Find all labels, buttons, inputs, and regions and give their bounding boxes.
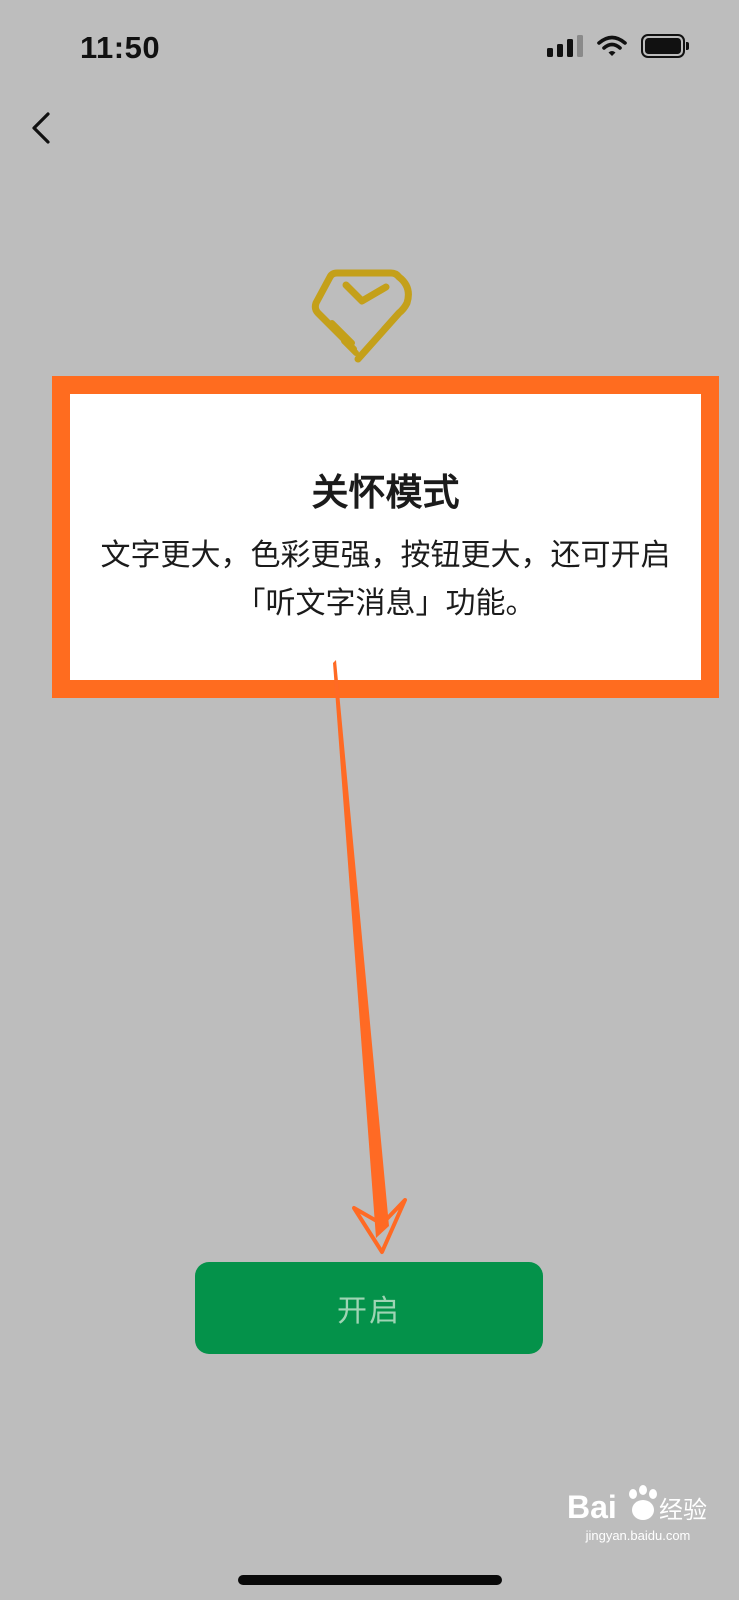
- care-mode-description: 文字更大，色彩更强，按钮更大，还可开启「听文字消息」功能。: [100, 538, 671, 621]
- back-button[interactable]: [28, 108, 68, 152]
- care-mode-title: 关怀模式: [311, 471, 460, 514]
- baidu-paw-logo: Bai 经验: [567, 1485, 707, 1525]
- watermark-url: jingyan.baidu.com: [585, 1528, 691, 1543]
- status-time: 11:50: [80, 30, 161, 65]
- wifi-icon: [597, 35, 627, 56]
- care-heart-hand-icon: [311, 269, 412, 363]
- status-bar: 11:50: [0, 0, 739, 100]
- arrow-head: [352, 1198, 407, 1254]
- care-mode-screen: 11:50 关怀模式 文字更大，色彩更强，按钮更大，还可开启「听文字消息」功能。…: [0, 0, 739, 1600]
- home-indicator[interactable]: [238, 1575, 502, 1585]
- battery-icon: [641, 34, 689, 58]
- care-mode-info-card: 关怀模式 文字更大，色彩更强，按钮更大，还可开启「听文字消息」功能。: [52, 376, 719, 698]
- enable-care-mode-button[interactable]: 开启: [195, 1262, 543, 1354]
- chevron-left-icon: [32, 112, 50, 144]
- status-icons: [547, 34, 689, 58]
- arrow-annotation: [333, 660, 407, 1254]
- watermark-logo-text: Bai: [567, 1489, 617, 1525]
- cellular-signal-icon: [547, 35, 583, 57]
- arrow-shaft: [333, 660, 389, 1238]
- svg-text:经验: 经验: [659, 1496, 707, 1524]
- baidu-jingyan-watermark: Bai 经验 jingyan.baidu.com: [563, 1480, 713, 1552]
